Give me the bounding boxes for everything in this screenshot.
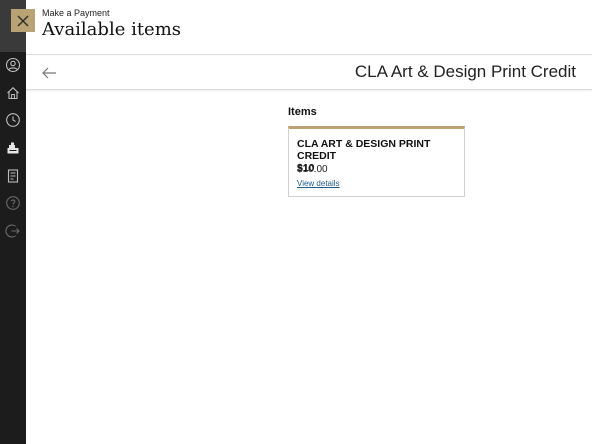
subheader: CLA Art & Design Print Credit bbox=[26, 56, 592, 90]
receipt-icon[interactable] bbox=[5, 168, 21, 184]
cash-register-icon[interactable] bbox=[5, 140, 21, 156]
item-card[interactable]: CLA ART & DESIGN PRINT CREDIT $10 $10.00… bbox=[288, 126, 465, 197]
user-circle-icon[interactable] bbox=[5, 57, 21, 73]
subheader-title: CLA Art & Design Print Credit bbox=[354, 62, 576, 81]
page-title: Available items bbox=[42, 19, 182, 40]
clock-icon[interactable] bbox=[5, 112, 21, 128]
help-icon[interactable] bbox=[5, 195, 21, 211]
home-icon[interactable] bbox=[5, 85, 21, 101]
close-button[interactable] bbox=[11, 9, 35, 32]
logout-icon[interactable] bbox=[5, 223, 21, 239]
sidebar bbox=[0, 0, 26, 444]
breadcrumb: Make a Payment bbox=[42, 8, 110, 18]
page-header: Make a Payment Available items bbox=[26, 0, 592, 55]
item-name-line1: CLA ART & DESIGN PRINT CREDIT bbox=[297, 138, 431, 162]
close-icon bbox=[17, 15, 29, 26]
item-price: $10.00 bbox=[297, 164, 328, 175]
back-arrow-icon[interactable] bbox=[41, 65, 57, 81]
view-details-link[interactable]: View details bbox=[297, 179, 340, 188]
items-section-label: Items bbox=[288, 106, 317, 118]
